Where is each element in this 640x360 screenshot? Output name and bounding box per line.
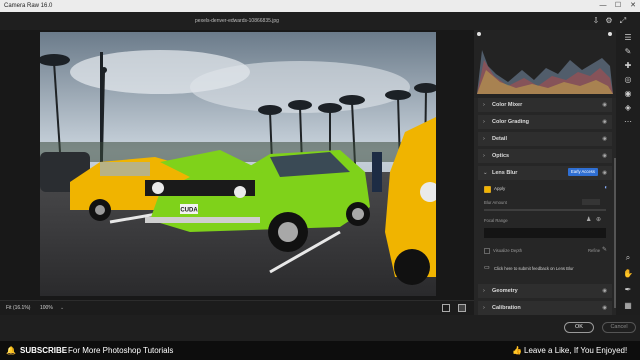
- cancel-button[interactable]: Cancel: [602, 322, 636, 333]
- histogram-graph: [474, 30, 616, 98]
- section-color-mixer[interactable]: › Color Mixer ◉: [478, 98, 612, 112]
- blur-amount-value[interactable]: [582, 199, 600, 205]
- person-icon[interactable]: ♟: [586, 216, 591, 223]
- license-plate: CUDA: [180, 208, 198, 214]
- save-icon[interactable]: ⇩: [590, 14, 602, 28]
- chevron-right-icon: ›: [483, 119, 485, 125]
- before-after-icon[interactable]: [442, 304, 450, 312]
- section-label: Color Mixer: [492, 102, 523, 108]
- photo-illustration: CUDA: [40, 32, 436, 296]
- eye-icon[interactable]: ◉: [602, 115, 607, 129]
- subscribe-text[interactable]: SUBSCRIBE: [20, 341, 67, 360]
- focal-range-bar[interactable]: [484, 228, 606, 238]
- eye-icon[interactable]: ◉: [602, 149, 607, 163]
- bell-icon: 🔔: [6, 346, 16, 355]
- compare-view-icon[interactable]: [458, 304, 466, 312]
- fit-zoom-button[interactable]: Fit (16.1%): [6, 301, 30, 315]
- eye-icon[interactable]: ◉: [602, 98, 607, 112]
- edit-sliders-icon[interactable]: ☰: [616, 32, 640, 44]
- chevron-down-icon: ⌄: [483, 170, 488, 176]
- eye-icon[interactable]: ◉: [602, 284, 607, 298]
- brush-icon[interactable]: ✎: [616, 46, 640, 58]
- section-label: Color Grading: [492, 119, 529, 125]
- edit-panel: › Color Mixer ◉ › Color Grading ◉ › Deta…: [474, 30, 616, 332]
- red-eye-icon[interactable]: ◉: [616, 88, 640, 100]
- like-text: Leave a Like, If You Enjoyed!: [524, 346, 628, 355]
- zoom-icon[interactable]: ⌕: [616, 252, 640, 264]
- section-label: Optics: [492, 153, 510, 159]
- close-button[interactable]: ✕: [626, 0, 640, 12]
- zoom-dropdown-icon[interactable]: ⌄: [60, 301, 64, 315]
- section-calibration[interactable]: › Calibration ◉: [478, 301, 612, 315]
- ok-button[interactable]: OK: [564, 322, 594, 333]
- brush-icon[interactable]: ✎: [602, 246, 607, 253]
- chevron-right-icon: ›: [483, 102, 485, 108]
- feedback-icon[interactable]: ▭: [484, 264, 490, 271]
- expand-icon[interactable]: ⤢: [617, 14, 629, 28]
- minimize-button[interactable]: —: [596, 0, 610, 12]
- section-label: Lens Blur: [492, 170, 518, 176]
- target-icon[interactable]: ⊕: [596, 216, 601, 223]
- top-tools: ⇩ ⚙ ⤢: [590, 14, 640, 28]
- grid-icon[interactable]: ▦: [616, 300, 640, 312]
- more-icon[interactable]: ⋯: [616, 116, 640, 128]
- eye-icon[interactable]: ◉: [602, 301, 607, 315]
- chevron-right-icon: ›: [483, 288, 485, 294]
- photo-preview[interactable]: CUDA: [40, 32, 436, 296]
- section-detail[interactable]: › Detail ◉: [478, 132, 612, 146]
- blur-amount-slider[interactable]: [484, 209, 606, 211]
- zoom-100-button[interactable]: 100%: [40, 301, 53, 315]
- section-geometry[interactable]: › Geometry ◉: [478, 284, 612, 298]
- apply-label: Apply: [494, 186, 506, 191]
- presets-icon[interactable]: ◈: [616, 102, 640, 114]
- thumbs-up-icon: 👍: [512, 346, 522, 355]
- lens-blur-body: Apply ◐ Blur Amount Focal Range ♟ ⊕ Visu…: [478, 182, 612, 282]
- window-title: Camera Raw 16.0: [4, 3, 53, 9]
- chevron-right-icon: ›: [483, 153, 485, 159]
- file-name: pexels-denver-edwards-10866835.jpg: [0, 12, 474, 30]
- histogram: [474, 30, 616, 98]
- eye-icon[interactable]: ◉: [602, 166, 607, 180]
- refresh-icon[interactable]: ◐: [604, 185, 608, 191]
- window-title-bar: Camera Raw 16.0 — ☐ ✕: [0, 0, 640, 12]
- settings-icon[interactable]: ⚙: [603, 14, 615, 28]
- focal-range-label: Focal Range: [484, 218, 508, 223]
- visualize-depth-checkbox[interactable]: [484, 248, 490, 254]
- subscribe-subtext: For More Photoshop Tutorials: [68, 346, 174, 355]
- subscribe-banner: 🔔 SUBSCRIBE For More Photoshop Tutorials…: [0, 341, 640, 360]
- image-canvas[interactable]: CUDA: [0, 30, 474, 300]
- blur-amount-label: Blur Amount: [484, 200, 507, 205]
- section-color-grading[interactable]: › Color Grading ◉: [478, 115, 612, 129]
- mask-icon[interactable]: ◎: [616, 74, 640, 86]
- healing-icon[interactable]: ✚: [616, 60, 640, 72]
- visualize-depth-label: Visualize Depth: [493, 248, 523, 253]
- section-label: Calibration: [492, 305, 521, 311]
- feedback-link[interactable]: Click here to submit feedback on Lens Bl…: [494, 266, 574, 271]
- zoom-bar: Fit (16.1%) 100% ⌄: [0, 300, 474, 315]
- section-label: Geometry: [492, 288, 518, 294]
- dialog-footer: OK Cancel: [474, 315, 640, 339]
- apply-checkbox[interactable]: [484, 186, 491, 193]
- eye-icon[interactable]: ◉: [602, 132, 607, 146]
- section-label: Detail: [492, 136, 507, 142]
- chevron-right-icon: ›: [483, 305, 485, 311]
- tool-strip: ☰ ✎ ✚ ◎ ◉ ◈ ⋯ ⌕ ✋ ✒ ▦: [616, 30, 640, 332]
- early-access-badge: Early Access: [568, 168, 598, 176]
- hand-icon[interactable]: ✋: [616, 268, 640, 280]
- chevron-right-icon: ›: [483, 136, 485, 142]
- eyedropper-icon[interactable]: ✒: [616, 284, 640, 296]
- section-optics[interactable]: › Optics ◉: [478, 149, 612, 163]
- maximize-button[interactable]: ☐: [611, 0, 625, 12]
- refine-label[interactable]: Refine: [588, 248, 600, 253]
